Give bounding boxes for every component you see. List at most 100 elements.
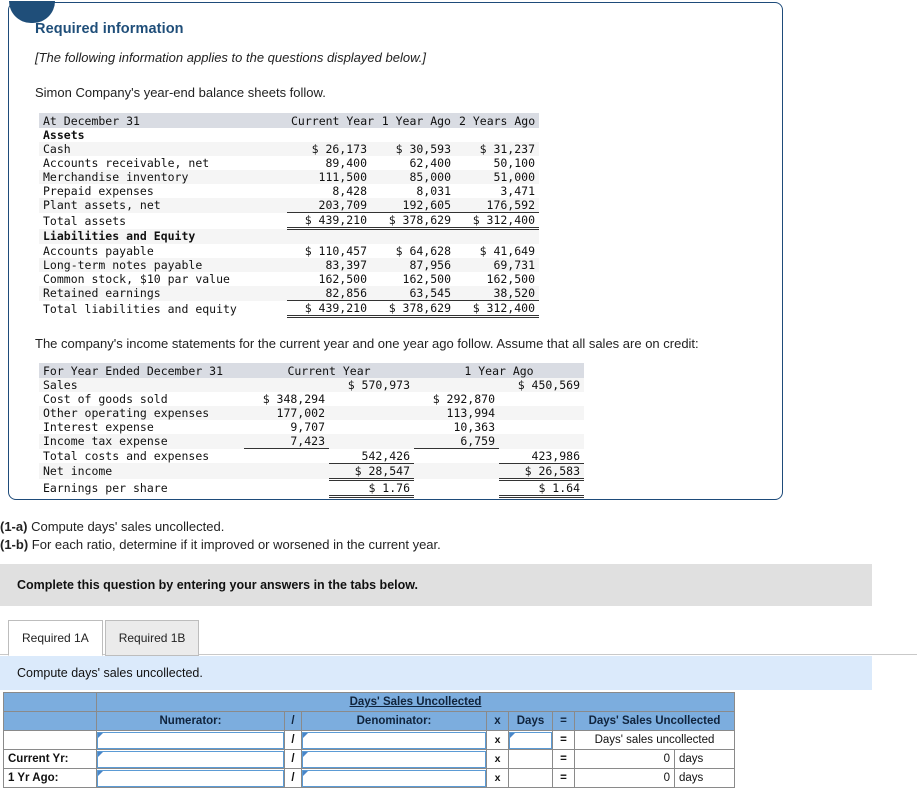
row-2-days <box>508 768 553 788</box>
row-2-equals: = <box>552 768 575 788</box>
bs-total-liab-equity: Total liabilities and equity <box>39 300 287 317</box>
row-2-slash: / <box>284 768 302 788</box>
row-0-numerator-cell[interactable] <box>96 730 285 750</box>
table-row: Net income $ 28,547 $ 26,583 <box>39 463 584 481</box>
table-row: Numerator: / Denominator: x Days = Days'… <box>3 711 735 731</box>
is-col-1yr: 1 Year Ago <box>414 363 584 378</box>
prompt-1a-text: Compute days' sales uncollected. <box>31 519 225 534</box>
table-row: Liabilities and Equity <box>39 228 539 244</box>
table-row: Cost of goods sold $ 348,294 $ 292,870 <box>39 392 584 406</box>
hdr-times: x <box>486 711 509 731</box>
hdr-denominator: Denominator: <box>301 711 487 731</box>
row-0-slash: / <box>284 730 302 750</box>
hdr-blank <box>3 711 97 731</box>
is-col-label: For Year Ended December 31 <box>39 363 244 378</box>
table-row: 1 Yr Ago: / x = 0 days <box>3 768 735 788</box>
row-1-equals: = <box>552 749 575 769</box>
is-net-income: Net income <box>39 463 244 479</box>
is-eps: Earnings per share <box>39 479 244 496</box>
days-input-0[interactable] <box>509 731 552 749</box>
table-row: / x = Days' sales uncollected <box>3 730 735 750</box>
hdr-slash: / <box>284 711 302 731</box>
days-sales-uncollected-table: Days' Sales Uncollected Numerator: / Den… <box>3 692 735 788</box>
corner-blank <box>3 692 97 712</box>
row-1-unit: days <box>674 749 735 769</box>
denominator-input-1[interactable] <box>302 750 486 768</box>
table-row: Long-term notes payable 83,397 87,956 69… <box>39 258 539 272</box>
answer-table-title: Days' Sales Uncollected <box>96 692 735 712</box>
denominator-input-2[interactable] <box>302 769 486 787</box>
table-row: Accounts receivable, net 89,400 62,400 5… <box>39 156 539 170</box>
tab-required-1a[interactable]: Required 1A <box>8 620 103 656</box>
bs-total-assets: Total assets <box>39 212 287 229</box>
income-statement-intro: The company's income statements for the … <box>35 336 699 351</box>
row-0-label <box>3 730 97 750</box>
numerator-input-0[interactable] <box>97 731 284 749</box>
row-1-numerator-cell[interactable] <box>96 749 285 769</box>
balance-sheet-table: At December 31 Current Year 1 Year Ago 2… <box>39 113 539 318</box>
row-0-times: x <box>486 730 509 750</box>
row-1-slash: / <box>284 749 302 769</box>
table-row: For Year Ended December 31 Current Year … <box>39 363 584 378</box>
table-row: Total liabilities and equity $ 439,210 $… <box>39 300 539 318</box>
hdr-result: Days' Sales Uncollected <box>574 711 735 731</box>
is-col-current: Current Year <box>244 363 414 378</box>
required-information-panel: Required information [The following info… <box>8 1 783 500</box>
table-row: Sales $ 570,973 $ 450,569 <box>39 378 584 392</box>
hdr-days: Days <box>508 711 553 731</box>
hdr-numerator: Numerator: <box>96 711 285 731</box>
prompt-1a-tag: (1-a) <box>0 519 28 534</box>
section-heading: Liabilities and Equity <box>39 228 287 244</box>
table-row: Interest expense 9,707 10,363 <box>39 420 584 434</box>
sub-instruction-band: Compute days' sales uncollected. <box>0 656 872 690</box>
numerator-input-1[interactable] <box>97 750 284 768</box>
row-0-result: Days' sales uncollected <box>574 730 735 750</box>
bs-col-label: At December 31 <box>39 113 287 128</box>
numerator-input-2[interactable] <box>97 769 284 787</box>
table-row: At December 31 Current Year 1 Year Ago 2… <box>39 113 539 128</box>
section-heading: Assets <box>39 128 287 142</box>
row-2-label: 1 Yr Ago: <box>3 768 97 788</box>
row-0-denominator-cell[interactable] <box>301 730 487 750</box>
income-statement-table: For Year Ended December 31 Current Year … <box>39 363 584 498</box>
table-row: Income tax expense 7,423 6,759 <box>39 434 584 449</box>
bs-col-1yr: 1 Year Ago <box>371 113 455 128</box>
balance-sheet-intro: Simon Company's year-end balance sheets … <box>35 85 326 100</box>
table-row: Total assets $ 439,210 $ 378,629 $ 312,4… <box>39 212 539 230</box>
row-2-times: x <box>486 768 509 788</box>
bs-col-2yr: 2 Years Ago <box>455 113 539 128</box>
tab-strip[interactable]: Required 1A Required 1B <box>8 619 200 656</box>
row-2-unit: days <box>674 768 735 788</box>
row-1-denominator-cell[interactable] <box>301 749 487 769</box>
row-0-equals: = <box>552 730 575 750</box>
row-1-days <box>508 749 553 769</box>
page-title: Required information <box>35 21 184 37</box>
table-row: Other operating expenses 177,002 113,994 <box>39 406 584 420</box>
instruction-band-text: Complete this question by entering your … <box>17 578 418 592</box>
applies-note: [The following information applies to th… <box>35 50 426 65</box>
table-row: Total costs and expenses 542,426 423,986 <box>39 448 584 464</box>
table-row: Common stock, $10 par value 162,500 162,… <box>39 272 539 286</box>
table-row: Prepaid expenses 8,428 8,031 3,471 <box>39 184 539 198</box>
table-row: Earnings per share $ 1.76 $ 1.64 <box>39 479 584 498</box>
table-row: Accounts payable $ 110,457 $ 64,628 $ 41… <box>39 244 539 258</box>
prompt-1b-text: For each ratio, determine if it improved… <box>31 537 441 552</box>
table-row: Retained earnings 82,856 63,545 38,520 <box>39 286 539 301</box>
table-row: Assets <box>39 128 539 142</box>
table-row: Current Yr: / x = 0 days <box>3 749 735 769</box>
row-2-numerator-cell[interactable] <box>96 768 285 788</box>
row-0-days-cell[interactable] <box>508 730 553 750</box>
tab-required-1b[interactable]: Required 1B <box>104 620 200 656</box>
question-prompts: (1-a) Compute days' sales uncollected. (… <box>0 519 917 555</box>
denominator-input-0[interactable] <box>302 731 486 749</box>
prompt-1b: (1-b) For each ratio, determine if it im… <box>0 537 917 552</box>
row-1-result: 0 <box>574 749 675 769</box>
table-row: Plant assets, net 203,709 192,605 176,59… <box>39 198 539 213</box>
row-1-label: Current Yr: <box>3 749 97 769</box>
row-2-denominator-cell[interactable] <box>301 768 487 788</box>
row-2-result: 0 <box>574 768 675 788</box>
instruction-band: Complete this question by entering your … <box>0 564 872 606</box>
row-1-times: x <box>486 749 509 769</box>
prompt-1a: (1-a) Compute days' sales uncollected. <box>0 519 917 534</box>
sub-instruction-text: Compute days' sales uncollected. <box>17 666 203 680</box>
